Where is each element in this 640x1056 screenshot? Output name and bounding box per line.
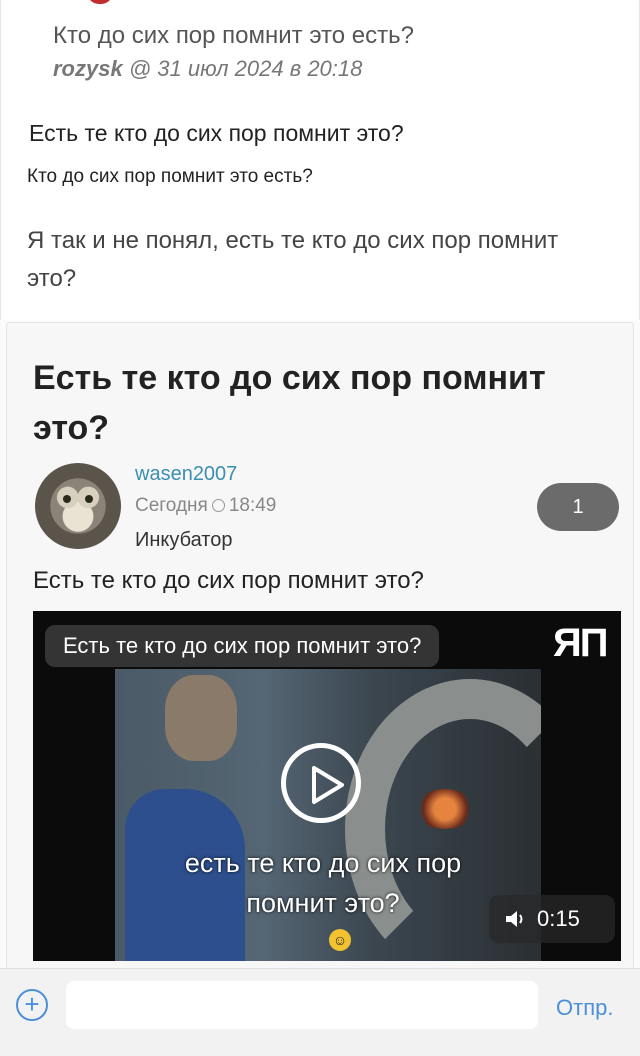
- video-player[interactable]: Есть те кто до сих пор помнит это? ЯП ес…: [33, 611, 621, 961]
- avatar: [87, 0, 113, 4]
- comment-line-large: Есть те кто до сих пор помнит это?: [29, 120, 404, 146]
- quote-card: Кто до сих пор помнит это есть? rozysk @…: [0, 0, 640, 320]
- yaplakal-logo: ЯП: [553, 621, 608, 665]
- video-duration[interactable]: 0:15: [489, 895, 615, 943]
- post-date: Сегодня 18:49: [135, 495, 276, 517]
- play-button[interactable]: [281, 743, 361, 823]
- video-title: Есть те кто до сих пор помнит это?: [45, 625, 440, 667]
- duration-label: 0:15: [537, 906, 580, 931]
- laughing-emoji-icon: ☺: [329, 929, 351, 951]
- person-head: [165, 675, 237, 761]
- comment-line-small: Кто до сих пор помнит это есть?: [27, 166, 313, 187]
- quote-title: Кто до сих пор помнит это есть?: [53, 22, 414, 49]
- tunnel-light: [415, 789, 475, 829]
- play-icon: [312, 766, 344, 804]
- quote-author[interactable]: rozysk: [53, 56, 123, 81]
- post-section[interactable]: Инкубатор: [135, 529, 232, 552]
- send-button[interactable]: Отпр.: [556, 995, 613, 1021]
- page: Кто до сих пор помнит это есть? rozysk @…: [0, 0, 640, 1056]
- clock-icon: [211, 499, 225, 512]
- comment-count-badge[interactable]: 1: [537, 483, 619, 531]
- quote-date: @ 31 июл 2024 в 20:18: [122, 56, 363, 81]
- comment-line-gray: Я так и не понял, есть те кто до сих пор…: [27, 227, 559, 292]
- avatar-eye-left: [63, 495, 71, 503]
- quote-meta: rozysk @ 31 июл 2024 в 20:18: [53, 56, 362, 82]
- post-date-label: Сегодня: [135, 495, 208, 516]
- caption-line-1: есть те кто до сих пор: [184, 848, 462, 878]
- post-title[interactable]: Есть те кто до сих пор помнит это?: [33, 353, 593, 453]
- embedded-post[interactable]: Есть те кто до сих пор помнит это? wasen…: [6, 322, 634, 982]
- post-username[interactable]: wasen2007: [135, 463, 237, 486]
- caption-line-2: помнит это?: [246, 888, 400, 918]
- post-text: Есть те кто до сих пор помнит это?: [33, 567, 424, 594]
- post-time: 18:49: [228, 495, 277, 516]
- video-caption: есть те кто до сих пор помнит это?: [153, 843, 493, 923]
- reply-composer: + Отпр.: [0, 968, 640, 1056]
- avatar-eye-right: [85, 495, 93, 503]
- speaker-icon: [506, 911, 523, 927]
- user-avatar[interactable]: [35, 463, 121, 549]
- add-attachment-button[interactable]: +: [16, 989, 48, 1021]
- reply-input[interactable]: [66, 981, 538, 1029]
